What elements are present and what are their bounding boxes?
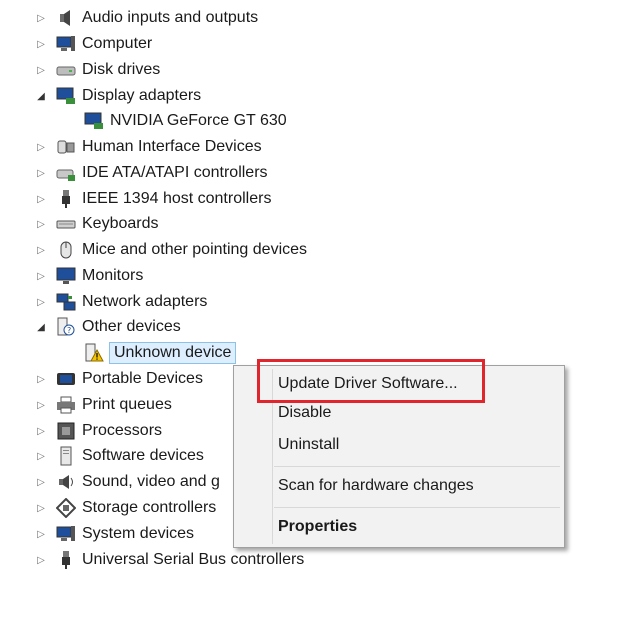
collapse-arrow-icon[interactable]	[34, 89, 48, 103]
menu-separator	[274, 507, 560, 508]
menu-separator	[274, 466, 560, 467]
keyboard-icon	[56, 214, 76, 234]
storage-controller-icon	[56, 498, 76, 518]
tree-item-ieee1394[interactable]: IEEE 1394 host controllers	[34, 187, 271, 211]
expand-arrow-icon[interactable]	[34, 217, 48, 231]
tree-item-monitors[interactable]: Monitors	[34, 264, 143, 288]
tree-item-label: Portable Devices	[82, 370, 203, 387]
tree-item-usb[interactable]: Universal Serial Bus controllers	[34, 548, 304, 572]
tree-item-label: Disk drives	[82, 61, 161, 78]
tree-item-system[interactable]: System devices	[34, 522, 194, 546]
tree-item-portable[interactable]: Portable Devices	[34, 367, 203, 391]
software-device-icon	[56, 446, 76, 466]
tree-item-label: Display adapters	[82, 87, 202, 104]
tree-item-disk-drives[interactable]: Disk drives	[34, 58, 160, 82]
sound-icon	[56, 472, 76, 492]
tree-item-label: Mice and other pointing devices	[82, 241, 308, 258]
tree-item-label: System devices	[82, 525, 195, 542]
tree-item-label: Print queues	[82, 396, 172, 413]
tree-item-label: Unknown device	[109, 342, 237, 364]
hid-icon	[56, 137, 76, 157]
tree-item-label: Processors	[82, 422, 163, 439]
expand-arrow-icon[interactable]	[34, 398, 48, 412]
portable-device-icon	[56, 369, 76, 389]
tree-item-label: Sound, video and g	[82, 473, 220, 490]
expand-arrow-icon[interactable]	[34, 166, 48, 180]
menu-item-disable[interactable]: Disable	[278, 400, 331, 426]
expand-arrow-icon[interactable]	[34, 475, 48, 489]
expand-arrow-icon[interactable]	[34, 424, 48, 438]
tree-item-label: Storage controllers	[82, 499, 217, 516]
tree-item-sound[interactable]: Sound, video and g	[34, 470, 220, 494]
tree-item-other-devices[interactable]: ? Other devices	[34, 315, 181, 339]
tree-item-label: Human Interface Devices	[82, 138, 262, 155]
usb-icon	[56, 550, 76, 570]
tree-item-label: IEEE 1394 host controllers	[82, 190, 272, 207]
svg-text:?: ?	[67, 326, 71, 335]
expand-arrow-icon[interactable]	[34, 140, 48, 154]
monitor-icon	[56, 266, 76, 286]
tree-item-nvidia[interactable]: NVIDIA GeForce GT 630	[84, 109, 287, 133]
menu-item-properties[interactable]: Properties	[278, 514, 357, 540]
ide-controller-icon	[56, 163, 76, 183]
display-adapter-icon	[84, 111, 104, 131]
tree-item-hid[interactable]: Human Interface Devices	[34, 135, 262, 159]
tree-item-processors[interactable]: Processors	[34, 419, 162, 443]
expand-arrow-icon[interactable]	[34, 553, 48, 567]
other-devices-icon: ?	[56, 317, 76, 337]
tree-item-label: Universal Serial Bus controllers	[82, 551, 305, 568]
tree-item-label: Computer	[82, 35, 153, 52]
expand-arrow-icon[interactable]	[34, 449, 48, 463]
tree-item-label: IDE ATA/ATAPI controllers	[82, 164, 268, 181]
expand-arrow-icon[interactable]	[34, 243, 48, 257]
expand-arrow-icon[interactable]	[34, 63, 48, 77]
tree-item-audio[interactable]: Audio inputs and outputs	[34, 6, 258, 30]
display-adapter-icon	[56, 86, 76, 106]
expand-arrow-icon[interactable]	[34, 37, 48, 51]
tree-item-label: Audio inputs and outputs	[82, 9, 259, 26]
menu-item-update-driver[interactable]: Update Driver Software...	[278, 371, 458, 397]
expand-arrow-icon[interactable]	[34, 295, 48, 309]
expand-arrow-icon[interactable]	[34, 192, 48, 206]
tree-item-ide[interactable]: IDE ATA/ATAPI controllers	[34, 161, 268, 185]
menu-gutter	[272, 369, 273, 544]
menu-item-uninstall[interactable]: Uninstall	[278, 432, 339, 458]
processor-icon	[56, 421, 76, 441]
tree-item-computer[interactable]: Computer	[34, 32, 152, 56]
tree-item-unknown-device[interactable]: Unknown device	[84, 341, 237, 365]
context-menu: Update Driver Software... Disable Uninst…	[233, 365, 565, 548]
tree-item-network[interactable]: Network adapters	[34, 290, 207, 314]
tree-item-mice[interactable]: Mice and other pointing devices	[34, 238, 307, 262]
disk-drive-icon	[56, 60, 76, 80]
expand-arrow-icon[interactable]	[34, 269, 48, 283]
collapse-arrow-icon[interactable]	[34, 320, 48, 334]
tree-item-keyboards[interactable]: Keyboards	[34, 212, 159, 236]
tree-item-software-devices[interactable]: Software devices	[34, 444, 204, 468]
expand-arrow-icon[interactable]	[34, 11, 48, 25]
tree-item-label: Keyboards	[82, 215, 159, 232]
tree-item-display-adapters[interactable]: Display adapters	[34, 84, 201, 108]
firewire-icon	[56, 189, 76, 209]
system-device-icon	[56, 524, 76, 544]
expand-arrow-icon[interactable]	[34, 372, 48, 386]
expand-arrow-icon[interactable]	[34, 527, 48, 541]
tree-item-label: Other devices	[82, 318, 181, 335]
tree-item-print-queues[interactable]: Print queues	[34, 393, 172, 417]
mouse-icon	[56, 240, 76, 260]
menu-item-scan-hardware[interactable]: Scan for hardware changes	[278, 473, 474, 499]
tree-item-storage[interactable]: Storage controllers	[34, 496, 216, 520]
computer-icon	[56, 34, 76, 54]
tree-item-label: Network adapters	[82, 293, 208, 310]
tree-item-label: Monitors	[82, 267, 144, 284]
tree-item-label: Software devices	[82, 447, 204, 464]
unknown-device-warning-icon	[84, 343, 104, 363]
network-icon	[56, 292, 76, 312]
speaker-icon	[56, 8, 76, 28]
printer-icon	[56, 395, 76, 415]
tree-item-label: NVIDIA GeForce GT 630	[110, 112, 287, 129]
expand-arrow-icon[interactable]	[34, 501, 48, 515]
